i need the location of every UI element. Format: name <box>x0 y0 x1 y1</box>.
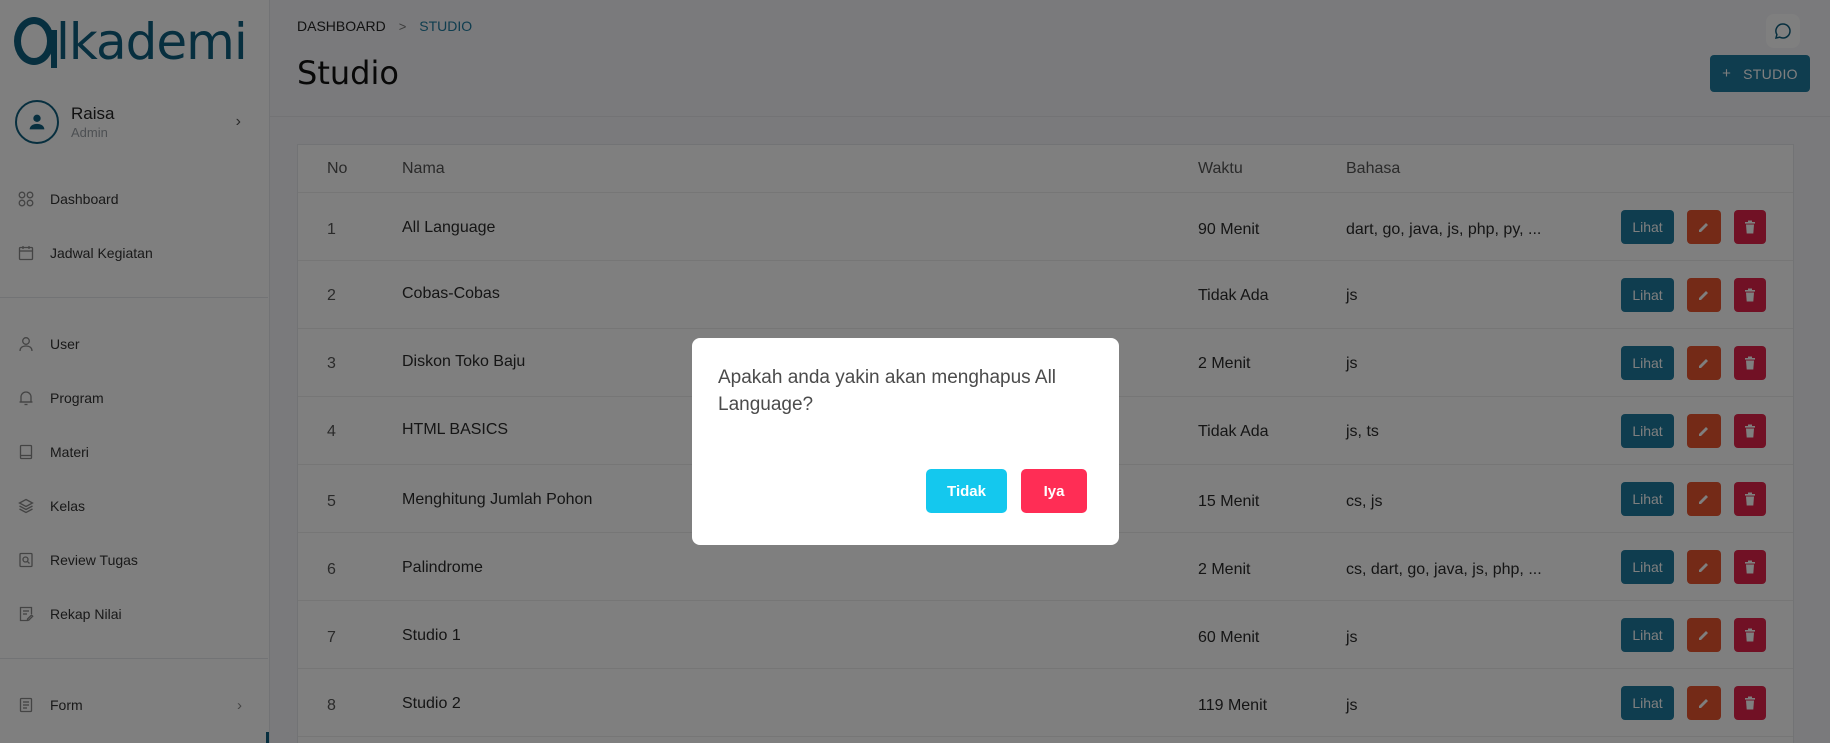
dialog-message: Apakah anda yakin akan menghapus All Lan… <box>718 367 1057 415</box>
confirm-delete-button[interactable]: Iya <box>1021 469 1087 513</box>
delete-confirm-dialog: Apakah anda yakin akan menghapus All Lan… <box>692 338 1119 545</box>
cancel-button[interactable]: Tidak <box>926 469 1007 513</box>
